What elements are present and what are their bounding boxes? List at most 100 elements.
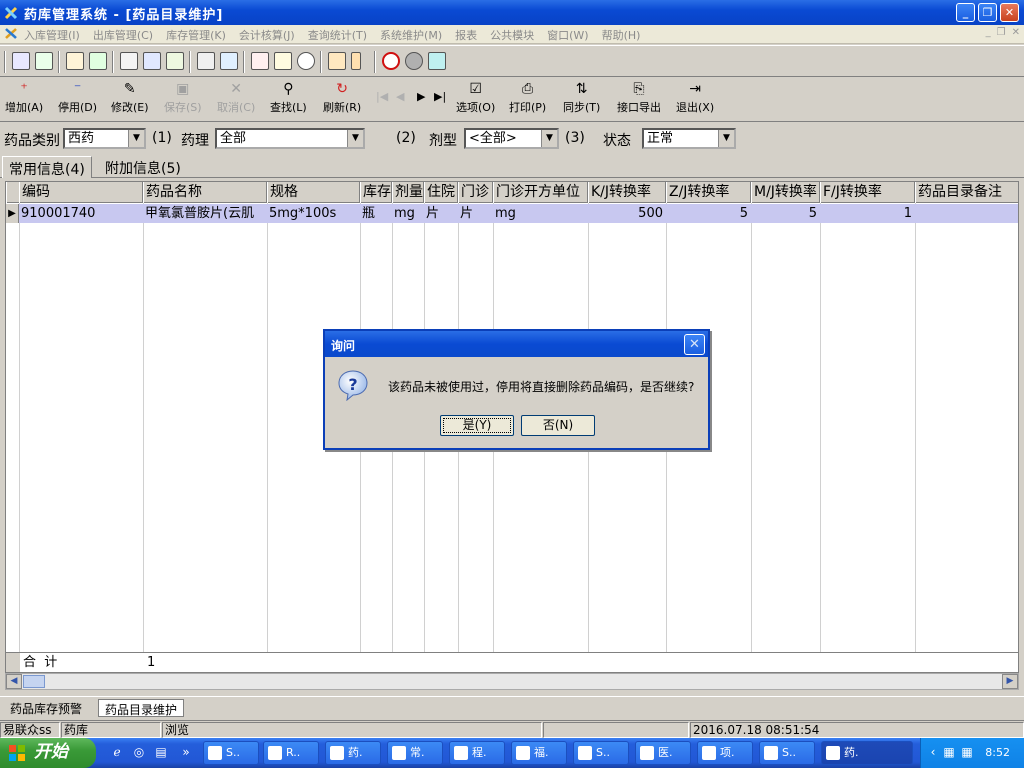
scroll-right-icon[interactable]: ▶	[1002, 674, 1018, 689]
window-icon[interactable]	[428, 52, 446, 70]
document-icon[interactable]	[66, 52, 84, 70]
cancel-button[interactable]: ✕ 取消(C)	[217, 81, 255, 115]
column-header-remark[interactable]: 药品目录备注	[915, 182, 1018, 203]
taskbar-item[interactable]: S..	[759, 741, 815, 765]
window-titlebar[interactable]: 药库管理系统 - [药品目录维护] _ ❐ ✕	[0, 0, 1024, 25]
refresh-button[interactable]: ↻ 刷新(R)	[323, 81, 361, 115]
dosage-select[interactable]: <全部> ▼	[464, 128, 559, 149]
options-button[interactable]: ☑ 选项(O)	[456, 81, 495, 115]
cell-spec[interactable]: 5mg*100s	[267, 204, 360, 223]
next-record-icon[interactable]: ▶	[417, 90, 425, 103]
report-icon[interactable]	[143, 52, 161, 70]
menu-item-inbound[interactable]: 入库管理(I)	[24, 27, 80, 43]
taskbar-item[interactable]: 医.	[635, 741, 691, 765]
yes-button[interactable]: 是(Y)	[440, 415, 514, 436]
cell-code[interactable]: 910001740	[19, 204, 143, 223]
pharmacology-select[interactable]: 全部 ▼	[215, 128, 365, 149]
stop-icon[interactable]	[382, 52, 400, 70]
column-header-dose[interactable]: 剂量	[392, 182, 424, 203]
column-header-inpatient[interactable]: 住院	[424, 182, 458, 203]
clock[interactable]: 8:52	[985, 746, 1010, 759]
menu-item-help[interactable]: 帮助(H)	[602, 27, 641, 43]
cell-fj-rate[interactable]: 1	[820, 204, 915, 223]
mdi-minimize-icon[interactable]: _	[986, 27, 991, 38]
column-header-stock[interactable]: 库存	[360, 182, 392, 203]
last-record-icon[interactable]: ▶|	[434, 90, 446, 103]
status-select[interactable]: 正常 ▼	[642, 128, 736, 149]
cell-stock[interactable]: 瓶	[360, 204, 392, 223]
desktop-icon[interactable]: ▤	[153, 745, 169, 761]
search-button[interactable]: ⚲ 查找(L)	[270, 81, 307, 115]
column-header-zj-rate[interactable]: Z/J转换率	[666, 182, 751, 203]
calculator-icon[interactable]	[197, 52, 215, 70]
menu-item-system[interactable]: 系统维护(M)	[380, 27, 442, 43]
cell-name[interactable]: 甲氧氯普胺片(云肌	[143, 204, 267, 223]
tab-stock-warning[interactable]: 药品库存预警	[4, 699, 88, 717]
cell-mj-rate[interactable]: 5	[751, 204, 820, 223]
column-header-name[interactable]: 药品名称	[143, 182, 267, 203]
scroll-thumb[interactable]	[23, 675, 45, 688]
no-button[interactable]: 否(N)	[521, 415, 595, 436]
prev-record-icon[interactable]: ◀	[396, 90, 404, 103]
close-button[interactable]: ✕	[1000, 3, 1019, 22]
approve-icon[interactable]	[35, 52, 53, 70]
exit-button[interactable]: ⇥ 退出(X)	[676, 81, 714, 115]
column-header-spec[interactable]: 规格	[267, 182, 360, 203]
column-header-prescribe-unit[interactable]: 门诊开方单位	[493, 182, 588, 203]
menu-item-common[interactable]: 公共模块	[490, 27, 534, 43]
gear-icon[interactable]	[405, 52, 423, 70]
tray-expand-icon[interactable]: ‹	[925, 745, 941, 761]
table-icon[interactable]	[220, 52, 238, 70]
chevron-down-icon[interactable]: ▼	[128, 130, 144, 147]
app-menu-icon[interactable]	[4, 27, 18, 41]
taskbar-item[interactable]: 药.	[325, 741, 381, 765]
minimize-button[interactable]: _	[956, 3, 975, 22]
sync-button[interactable]: ⇅ 同步(T)	[563, 81, 600, 115]
column-header-fj-rate[interactable]: F/J转换率	[820, 182, 915, 203]
menu-item-outbound[interactable]: 出库管理(C)	[93, 27, 153, 43]
mdi-restore-icon[interactable]: ❐	[997, 27, 1006, 38]
category-select[interactable]: 西药 ▼	[63, 128, 146, 149]
chevron-down-icon[interactable]: ▼	[347, 130, 363, 147]
restore-button[interactable]: ❐	[978, 3, 997, 22]
first-record-icon[interactable]: |◀	[376, 90, 388, 103]
tab-common-info[interactable]: 常用信息(4)	[2, 156, 92, 178]
menu-item-query[interactable]: 查询统计(T)	[308, 27, 367, 43]
taskbar-item[interactable]: 程.	[449, 741, 505, 765]
dialog-close-icon[interactable]: ✕	[684, 334, 705, 355]
taskbar-item[interactable]: 常.	[387, 741, 443, 765]
menu-item-reports[interactable]: 报表	[455, 27, 477, 43]
notes-icon[interactable]	[166, 52, 184, 70]
tab-drug-catalog[interactable]: 药品目录维护	[98, 699, 185, 717]
checklist-icon[interactable]	[89, 52, 107, 70]
print-button[interactable]: ⎙ 打印(P)	[509, 81, 546, 115]
chart-icon[interactable]	[274, 52, 292, 70]
taskbar-item-active[interactable]: 药.	[821, 741, 913, 765]
export-button[interactable]: ⎘ 接口导出	[617, 81, 661, 115]
chevron-down-icon[interactable]: ▼	[541, 130, 557, 147]
cell-zj-rate[interactable]: 5	[666, 204, 751, 223]
network-icon[interactable]: ▦	[959, 745, 975, 761]
clipboard-icon[interactable]	[120, 52, 138, 70]
magnifier-icon[interactable]	[297, 52, 315, 70]
folder-icon[interactable]	[328, 52, 346, 70]
mdi-close-icon[interactable]: ✕	[1012, 27, 1020, 38]
column-header-outpatient[interactable]: 门诊	[458, 182, 493, 203]
menu-item-inventory[interactable]: 库存管理(K)	[166, 27, 226, 43]
start-button[interactable]: 开始	[0, 738, 96, 768]
menu-item-window[interactable]: 窗口(W)	[547, 27, 588, 43]
horizontal-scrollbar[interactable]: ◀ ▶	[5, 673, 1019, 690]
scroll-left-icon[interactable]: ◀	[6, 674, 22, 689]
save-button[interactable]: ▣ 保存(S)	[164, 81, 202, 115]
add-button[interactable]: ⁺ 增加(A)	[5, 81, 43, 115]
column-header-code[interactable]: 编码	[19, 182, 143, 203]
cell-inpatient[interactable]: 片	[424, 204, 458, 223]
ie-icon[interactable]: ℯ	[109, 745, 125, 761]
cell-prescribe-unit[interactable]: mg	[493, 204, 588, 223]
cell-remark[interactable]	[915, 204, 1018, 223]
login-icon[interactable]	[12, 52, 30, 70]
cell-outpatient[interactable]: 片	[458, 204, 493, 223]
disable-button[interactable]: ⁻ 停用(D)	[58, 81, 97, 115]
dialog-titlebar[interactable]: 询问 ✕	[325, 331, 708, 357]
network-icon[interactable]: ▦	[941, 745, 957, 761]
